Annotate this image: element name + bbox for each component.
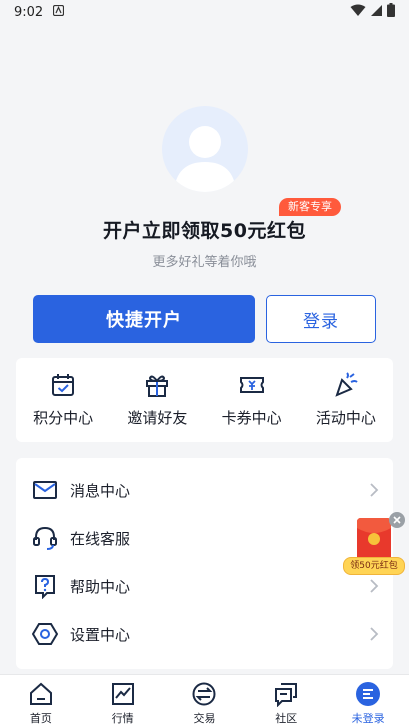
avatar[interactable]	[161, 106, 248, 192]
chart-icon	[111, 683, 134, 705]
tab-account[interactable]: 未登录	[327, 675, 409, 727]
chevron-right-icon	[370, 579, 379, 593]
menu-card: 消息中心 在线客服 帮助中心 设置中心	[16, 458, 393, 669]
quick-link-label: 积分中心	[33, 409, 94, 427]
tab-trade[interactable]: 交易	[164, 675, 246, 727]
tab-community[interactable]: 社区	[245, 675, 327, 727]
login-button[interactable]: 登录	[266, 295, 376, 343]
menu-item-messages[interactable]: 消息中心	[16, 466, 393, 514]
menu-item-settings[interactable]: 设置中心	[16, 610, 393, 658]
close-icon[interactable]	[389, 512, 405, 528]
promo-subtitle: 更多好礼等着你哦	[152, 255, 257, 270]
account-icon	[356, 682, 381, 706]
red-packet-label: 领50元红包	[343, 557, 405, 575]
menu-item-help[interactable]: 帮助中心	[16, 562, 393, 610]
exchange-icon	[192, 682, 216, 706]
quick-link-events[interactable]: 活动中心	[299, 358, 393, 442]
open-account-button[interactable]: 快捷开户	[33, 295, 255, 343]
quick-link-label: 邀请好友	[127, 409, 188, 427]
profile-section	[0, 106, 409, 192]
battery-icon	[387, 3, 395, 21]
chevron-right-icon	[370, 627, 379, 641]
floating-red-packet[interactable]: 领50元红包	[343, 512, 407, 576]
quick-links-card: 积分中心 邀请好友 卡券中心 活动中心	[16, 358, 393, 442]
tab-label: 交易	[193, 712, 216, 725]
coupon-icon	[239, 377, 264, 393]
promo-block: 开户立即领取50元红包 更多好礼等着你哦	[0, 216, 409, 270]
notification-icon	[53, 4, 65, 20]
settings-icon	[32, 623, 58, 645]
status-bar: 9:02	[0, 0, 409, 24]
community-icon	[275, 683, 298, 707]
menu-item-label: 帮助中心	[70, 577, 131, 596]
tab-label: 社区	[275, 712, 298, 725]
quick-link-invite[interactable]: 邀请好友	[110, 358, 204, 442]
gift-icon	[146, 375, 169, 397]
headset-icon	[33, 526, 57, 550]
menu-item-label: 设置中心	[70, 625, 131, 644]
calendar-check-icon	[52, 374, 75, 396]
chevron-right-icon	[370, 483, 379, 497]
party-popper-icon	[335, 372, 358, 397]
tab-label: 首页	[29, 712, 52, 725]
menu-item-label: 消息中心	[70, 481, 131, 500]
bottom-tab-bar: 首页 行情 交易 社区 未登录	[0, 674, 409, 727]
status-time: 9:02	[14, 4, 44, 20]
mail-icon	[33, 481, 57, 499]
signal-icon	[370, 4, 383, 21]
tab-home[interactable]: 首页	[0, 675, 82, 727]
promo-title: 开户立即领取50元红包	[103, 220, 306, 242]
tab-label: 未登录	[351, 712, 385, 725]
tab-market[interactable]: 行情	[82, 675, 164, 727]
menu-item-label: 在线客服	[70, 529, 131, 548]
menu-item-support[interactable]: 在线客服	[16, 514, 393, 562]
tab-label: 行情	[111, 712, 134, 725]
help-icon	[35, 575, 55, 599]
home-icon	[29, 682, 52, 705]
wifi-icon	[350, 4, 366, 21]
quick-link-label: 卡券中心	[221, 409, 282, 427]
quick-link-label: 活动中心	[315, 409, 376, 427]
quick-link-coupons[interactable]: 卡券中心	[205, 358, 299, 442]
quick-link-points[interactable]: 积分中心	[16, 358, 110, 442]
promo-badge: 新客专享	[279, 198, 341, 216]
